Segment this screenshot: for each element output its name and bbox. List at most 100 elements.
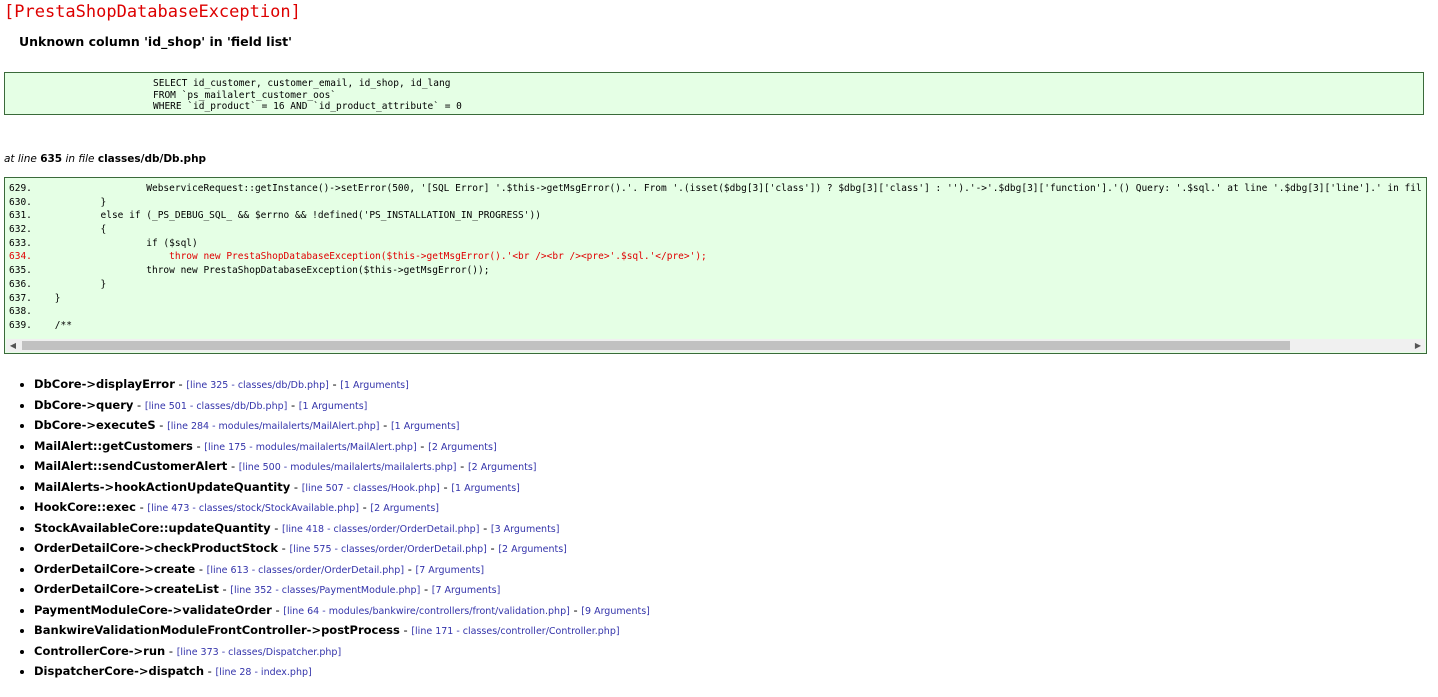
trace-function: HookCore::exec bbox=[34, 500, 136, 514]
source-code-lines: 629. WebserviceRequest::getInstance()->s… bbox=[9, 182, 1422, 333]
trace-arguments-link[interactable]: [1 Arguments] bbox=[340, 380, 409, 391]
trace-arguments-link[interactable]: [1 Arguments] bbox=[299, 401, 368, 412]
trace-location-link[interactable]: [line 325 - classes/db/Db.php] bbox=[186, 380, 328, 391]
stack-trace-item: DbCore->displayError - [line 325 - class… bbox=[34, 376, 650, 397]
stack-trace-item: OrderDetailCore->checkProductStock - [li… bbox=[34, 540, 650, 561]
trace-location-link[interactable]: [line 575 - classes/order/OrderDetail.ph… bbox=[289, 544, 486, 555]
code-line: 636. } bbox=[9, 278, 107, 290]
trace-separator: - bbox=[479, 520, 491, 535]
trace-separator: - bbox=[227, 459, 239, 473]
trace-separator: - bbox=[328, 377, 341, 391]
trace-function: StockAvailableCore::updateQuantity bbox=[34, 520, 271, 535]
trace-location-link[interactable]: [line 175 - modules/mailalerts/MailAlert… bbox=[204, 442, 416, 453]
trace-location-link[interactable]: [line 373 - classes/Dispatcher.php] bbox=[177, 647, 341, 658]
trace-separator: - bbox=[420, 582, 432, 596]
trace-function: MailAlerts->hookActionUpdateQuantity bbox=[34, 479, 291, 494]
code-line: 629. WebserviceRequest::getInstance()->s… bbox=[9, 183, 1422, 194]
trace-location-link[interactable]: [line 352 - classes/PaymentModule.php] bbox=[230, 585, 420, 596]
trace-function: DispatcherCore->dispatch bbox=[34, 664, 205, 678]
code-line: 635. throw new PrestaShopDatabaseExcepti… bbox=[9, 265, 490, 277]
code-line: 632. { bbox=[9, 224, 107, 236]
stack-trace-item: BankwireValidationModuleFrontController-… bbox=[34, 622, 650, 643]
stack-trace-item: OrderDetailCore->createList - [line 352 … bbox=[34, 581, 650, 602]
at-line-label: at line bbox=[4, 153, 41, 165]
error-location: at line 635 in file classes/db/Db.php bbox=[4, 153, 206, 165]
exception-message: Unknown column 'id_shop' in 'field list' bbox=[19, 34, 292, 49]
scroll-right-arrow-icon[interactable]: ▶ bbox=[1411, 339, 1425, 352]
trace-separator: - bbox=[218, 582, 231, 596]
trace-arguments-link[interactable]: [2 Arguments] bbox=[468, 462, 537, 473]
stack-trace-item: HookCore::exec - [line 473 - classes/sto… bbox=[34, 499, 650, 520]
trace-function: OrderDetailCore->create bbox=[34, 561, 196, 576]
trace-location-link[interactable]: [line 613 - classes/order/OrderDetail.ph… bbox=[207, 565, 404, 576]
stack-trace-item: MailAlert::getCustomers - [line 175 - mo… bbox=[34, 438, 650, 459]
trace-arguments-link[interactable]: [3 Arguments] bbox=[491, 524, 560, 535]
code-line-error: 634. throw new PrestaShopDatabaseExcepti… bbox=[9, 251, 707, 263]
stack-trace-list: DbCore->displayError - [line 325 - class… bbox=[20, 376, 650, 684]
code-line: 633. if ($sql) bbox=[9, 237, 198, 249]
trace-separator: - bbox=[270, 520, 283, 535]
trace-arguments-link[interactable]: [9 Arguments] bbox=[581, 606, 650, 617]
trace-arguments-link[interactable]: [1 Arguments] bbox=[451, 483, 520, 494]
stack-trace-item: ControllerCore->run - [line 373 - classe… bbox=[34, 643, 650, 664]
scrollbar-thumb[interactable] bbox=[22, 341, 1290, 350]
stack-trace-item: DbCore->executeS - [line 284 - modules/m… bbox=[34, 417, 650, 438]
trace-location-link[interactable]: [line 501 - classes/db/Db.php] bbox=[145, 401, 287, 412]
trace-location-link[interactable]: [line 507 - classes/Hook.php] bbox=[302, 483, 440, 494]
trace-location-link[interactable]: [line 473 - classes/stock/StockAvailable… bbox=[147, 503, 359, 514]
trace-function: PaymentModuleCore->validateOrder bbox=[34, 602, 272, 617]
trace-separator: - bbox=[379, 418, 391, 432]
trace-arguments-link[interactable]: [1 Arguments] bbox=[391, 421, 460, 432]
trace-location-link[interactable]: [line 284 - modules/mailalerts/MailAlert… bbox=[167, 421, 379, 432]
trace-location-link[interactable]: [line 500 - modules/mailalerts/mailalert… bbox=[239, 462, 457, 473]
in-file-label: in file bbox=[62, 153, 98, 165]
exception-title: [PrestaShopDatabaseException] bbox=[4, 2, 301, 22]
trace-separator: - bbox=[271, 602, 284, 617]
trace-function: DbCore->displayError bbox=[34, 377, 175, 391]
trace-function: ControllerCore->run bbox=[34, 643, 166, 658]
trace-arguments-link[interactable]: [2 Arguments] bbox=[370, 503, 439, 514]
source-code-box[interactable]: 629. WebserviceRequest::getInstance()->s… bbox=[4, 177, 1427, 354]
trace-location-link[interactable]: [line 171 - classes/controller/Controlle… bbox=[411, 626, 619, 637]
trace-separator: - bbox=[195, 561, 207, 576]
trace-separator: - bbox=[456, 459, 468, 473]
horizontal-scrollbar[interactable]: ◀ ▶ bbox=[6, 339, 1425, 352]
trace-arguments-link[interactable]: [2 Arguments] bbox=[498, 544, 567, 555]
trace-location-link[interactable]: [line 64 - modules/bankwire/controllers/… bbox=[283, 606, 570, 617]
trace-separator: - bbox=[135, 500, 148, 514]
trace-arguments-link[interactable]: [2 Arguments] bbox=[428, 442, 497, 453]
trace-arguments-link[interactable]: [7 Arguments] bbox=[432, 585, 501, 596]
trace-separator: - bbox=[192, 438, 205, 453]
code-line: 637. } bbox=[9, 292, 61, 304]
code-line: 631. else if (_PS_DEBUG_SQL_ && $errno &… bbox=[9, 210, 541, 222]
trace-separator: - bbox=[399, 623, 412, 637]
trace-separator: - bbox=[165, 643, 177, 658]
trace-separator: - bbox=[439, 479, 452, 494]
trace-separator: - bbox=[404, 561, 416, 576]
stack-trace-item: StockAvailableCore::updateQuantity - [li… bbox=[34, 520, 650, 541]
code-line: 639. /** bbox=[9, 319, 72, 331]
trace-separator: - bbox=[358, 500, 371, 514]
stack-trace-item: OrderDetailCore->create - [line 613 - cl… bbox=[34, 561, 650, 582]
trace-separator: - bbox=[278, 541, 290, 555]
sql-query-box: SELECT id_customer, customer_email, id_s… bbox=[4, 72, 1424, 115]
trace-separator: - bbox=[486, 541, 499, 555]
stack-trace-item: DbCore->query - [line 501 - classes/db/D… bbox=[34, 397, 650, 418]
trace-separator: - bbox=[204, 664, 216, 678]
code-line: 638. bbox=[9, 306, 32, 318]
trace-separator: - bbox=[155, 418, 168, 432]
trace-function: DbCore->query bbox=[34, 397, 134, 412]
stack-trace-item: PaymentModuleCore->validateOrder - [line… bbox=[34, 602, 650, 623]
trace-separator: - bbox=[416, 438, 429, 453]
trace-separator: - bbox=[174, 377, 187, 391]
scroll-left-arrow-icon[interactable]: ◀ bbox=[6, 339, 20, 352]
trace-function: MailAlert::getCustomers bbox=[34, 438, 193, 453]
trace-location-link[interactable]: [line 28 - index.php] bbox=[216, 667, 312, 678]
trace-arguments-link[interactable]: [7 Arguments] bbox=[416, 565, 485, 576]
trace-location-link[interactable]: [line 418 - classes/order/OrderDetail.ph… bbox=[282, 524, 479, 535]
stack-trace-item: MailAlerts->hookActionUpdateQuantity - [… bbox=[34, 479, 650, 500]
trace-function: OrderDetailCore->createList bbox=[34, 582, 219, 596]
stack-trace-item: MailAlert::sendCustomerAlert - [line 500… bbox=[34, 458, 650, 479]
code-line: 630. } bbox=[9, 196, 107, 208]
error-line-number: 635 bbox=[40, 153, 63, 165]
